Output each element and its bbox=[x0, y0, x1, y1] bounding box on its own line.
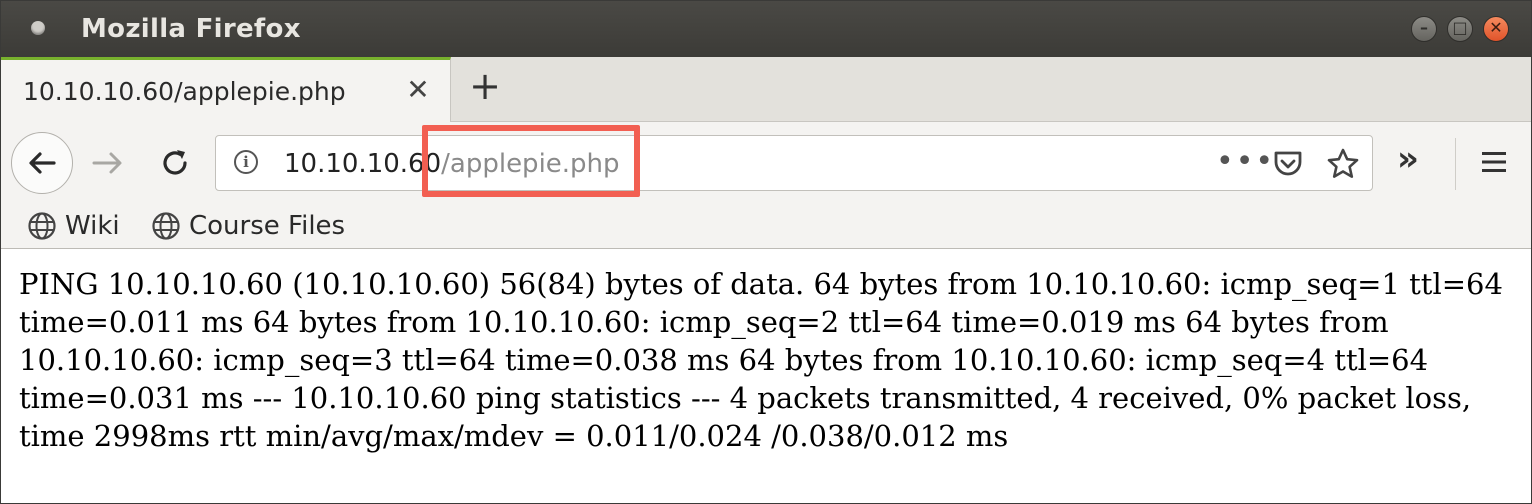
tab-applepie[interactable]: 10.10.10.60/applepie.php ✕ bbox=[1, 57, 451, 122]
url-host: 10.10.10.60 bbox=[284, 149, 442, 179]
reload-icon[interactable] bbox=[158, 146, 192, 180]
new-tab-button[interactable]: + bbox=[467, 67, 503, 105]
minimize-button[interactable]: – bbox=[1411, 16, 1437, 42]
window-title: Mozilla Firefox bbox=[81, 14, 301, 44]
url-path-highlight-box bbox=[422, 125, 640, 197]
overflow-menu-icon[interactable]: » bbox=[1397, 142, 1419, 176]
hamburger-menu-icon[interactable] bbox=[1481, 150, 1507, 174]
toolbar-separator bbox=[1455, 138, 1456, 190]
bookmark-label: Course Files bbox=[189, 211, 346, 241]
app-menu-icon[interactable] bbox=[31, 21, 45, 35]
tab-strip: 10.10.10.60/applepie.php ✕ + bbox=[1, 57, 1531, 122]
maximize-button[interactable]: □ bbox=[1447, 16, 1473, 42]
globe-icon bbox=[28, 212, 56, 240]
url-bar[interactable]: i 10.10.10.60/applepie.php ••• bbox=[215, 135, 1373, 191]
title-bar: Mozilla Firefox – □ ✕ bbox=[1, 1, 1531, 57]
close-button[interactable]: ✕ bbox=[1483, 16, 1509, 42]
globe-icon bbox=[152, 212, 180, 240]
bookmark-wiki[interactable]: Wiki bbox=[27, 208, 120, 244]
browser-window: Mozilla Firefox – □ ✕ 10.10.10.60/applep… bbox=[0, 0, 1532, 504]
page-content: PING 10.10.10.60 (10.10.10.60) 56(84) by… bbox=[1, 249, 1531, 503]
bookmarks-toolbar: Wiki Course Files bbox=[1, 204, 1531, 249]
forward-arrow-icon[interactable] bbox=[91, 148, 125, 178]
ping-output-text: PING 10.10.10.60 (10.10.10.60) 56(84) by… bbox=[19, 267, 1503, 453]
bookmark-course-files[interactable]: Course Files bbox=[151, 208, 345, 244]
tab-title: 10.10.10.60/applepie.php bbox=[23, 77, 346, 106]
back-arrow-icon bbox=[29, 152, 56, 174]
back-button[interactable] bbox=[11, 132, 73, 194]
bookmark-star-icon[interactable] bbox=[1326, 147, 1360, 181]
bookmark-label: Wiki bbox=[65, 211, 120, 241]
site-info-icon[interactable]: i bbox=[234, 150, 258, 174]
page-actions-icon[interactable]: ••• bbox=[1216, 144, 1275, 179]
tab-close-icon[interactable]: ✕ bbox=[403, 76, 433, 106]
pocket-icon[interactable] bbox=[1272, 149, 1304, 179]
navigation-toolbar: i 10.10.10.60/applepie.php ••• » bbox=[1, 122, 1531, 204]
